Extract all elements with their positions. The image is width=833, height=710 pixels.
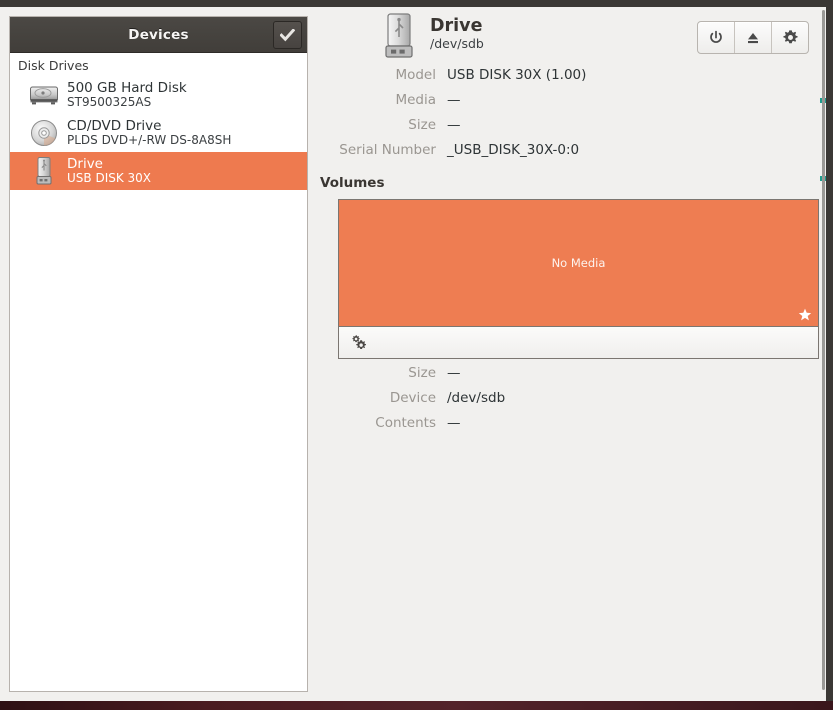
sidebar-item-hard-disk[interactable]: 500 GB Hard Disk ST9500325AS (10, 76, 307, 114)
volumes-heading: Volumes (320, 175, 385, 191)
detail-value: _USB_DISK_30X-0:0 (447, 142, 580, 158)
page-title: Drive (430, 16, 483, 36)
eject-icon (748, 32, 758, 43)
usb-drive-icon (380, 12, 418, 60)
detail-label: Media (395, 92, 436, 108)
sidebar-header: Devices (10, 17, 307, 53)
gear-icon (782, 30, 798, 44)
volume-toolbar (339, 326, 818, 358)
window-scrollbar-thumb[interactable] (822, 10, 825, 690)
volume-row-size: Size — (320, 365, 820, 390)
detail-label: Serial Number (339, 142, 436, 158)
detail-value: — (447, 117, 461, 133)
power-off-button[interactable] (698, 22, 735, 53)
devices-sidebar: Devices Disk Drives 500 GB Hard Disk ST9… (9, 16, 308, 692)
sidebar-item-text: CD/DVD Drive PLDS DVD+/-RW DS-8A8SH (67, 119, 231, 147)
drive-device-path: /dev/sdb (430, 35, 484, 51)
detail-label: Size (408, 365, 436, 381)
detail-label: Model (395, 67, 436, 83)
gnome-disks-window: Devices Disk Drives 500 GB Hard Disk ST9… (0, 0, 833, 710)
hard-disk-icon (27, 78, 61, 112)
detail-value: — (447, 365, 461, 381)
drive-details: Model USB DISK 30X (1.00) Media — Size —… (320, 67, 820, 167)
detail-row-serial-number: Serial Number _USB_DISK_30X-0:0 (320, 142, 820, 167)
sidebar-item-sub: PLDS DVD+/-RW DS-8A8SH (67, 132, 232, 147)
volume-details: Size — Device /dev/sdb Contents — (320, 365, 820, 440)
sidebar-title: Devices (128, 26, 189, 43)
power-icon (710, 30, 722, 43)
sidebar-item-name: Drive (67, 157, 103, 173)
device-list: Disk Drives 500 GB Hard Disk ST9500325AS… (10, 53, 307, 691)
sidebar-item-cd-dvd-drive[interactable]: CD/DVD Drive PLDS DVD+/-RW DS-8A8SH (10, 114, 307, 152)
detail-value: — (447, 415, 461, 431)
detail-row-model: Model USB DISK 30X (1.00) (320, 67, 820, 92)
drive-detail-pane: Drive /dev/sdb Model USB DISK 30X (1.00)… (320, 7, 820, 697)
sidebar-item-text: Drive USB DISK 30X (67, 157, 151, 185)
detail-value: — (447, 92, 461, 108)
device-group-label: Disk Drives (18, 58, 89, 73)
check-icon (280, 28, 295, 41)
optical-disc-icon (27, 116, 61, 150)
sidebar-item-name: CD/DVD Drive (67, 119, 162, 135)
desktop-bottom-bar (0, 701, 833, 710)
confirm-selection-button[interactable] (273, 21, 302, 49)
sidebar-item-text: 500 GB Hard Disk ST9500325AS (67, 81, 187, 109)
volume-block-label: No Media (551, 256, 606, 270)
detail-label: Contents (375, 415, 436, 431)
detail-row-media: Media — (320, 92, 820, 117)
sidebar-item-name: 500 GB Hard Disk (67, 81, 187, 97)
detail-label: Size (408, 117, 436, 133)
sidebar-item-sub: USB DISK 30X (67, 170, 152, 185)
volume-row-contents: Contents — (320, 415, 820, 440)
drive-options-button[interactable] (772, 22, 808, 53)
window-right-edge (826, 0, 833, 701)
gears-icon (352, 334, 366, 349)
sidebar-item-usb-drive[interactable]: Drive USB DISK 30X (10, 152, 307, 190)
detail-value: /dev/sdb (447, 390, 506, 406)
detail-row-size: Size — (320, 117, 820, 142)
drive-toolbar (697, 21, 809, 54)
drive-title-block: Drive /dev/sdb (430, 16, 484, 51)
volume-options-button[interactable] (348, 332, 370, 354)
detail-value: USB DISK 30X (1.00) (447, 67, 587, 83)
sidebar-item-sub: ST9500325AS (67, 94, 152, 109)
volumes-box: No Media (338, 199, 819, 359)
volume-block-no-media[interactable]: No Media (339, 200, 818, 326)
drive-header: Drive /dev/sdb (320, 7, 820, 63)
usb-drive-icon (27, 154, 61, 188)
star-icon (798, 307, 812, 321)
eject-button[interactable] (735, 22, 772, 53)
detail-label: Device (389, 390, 436, 406)
volume-row-device: Device /dev/sdb (320, 390, 820, 415)
desktop-top-panel (0, 0, 833, 7)
